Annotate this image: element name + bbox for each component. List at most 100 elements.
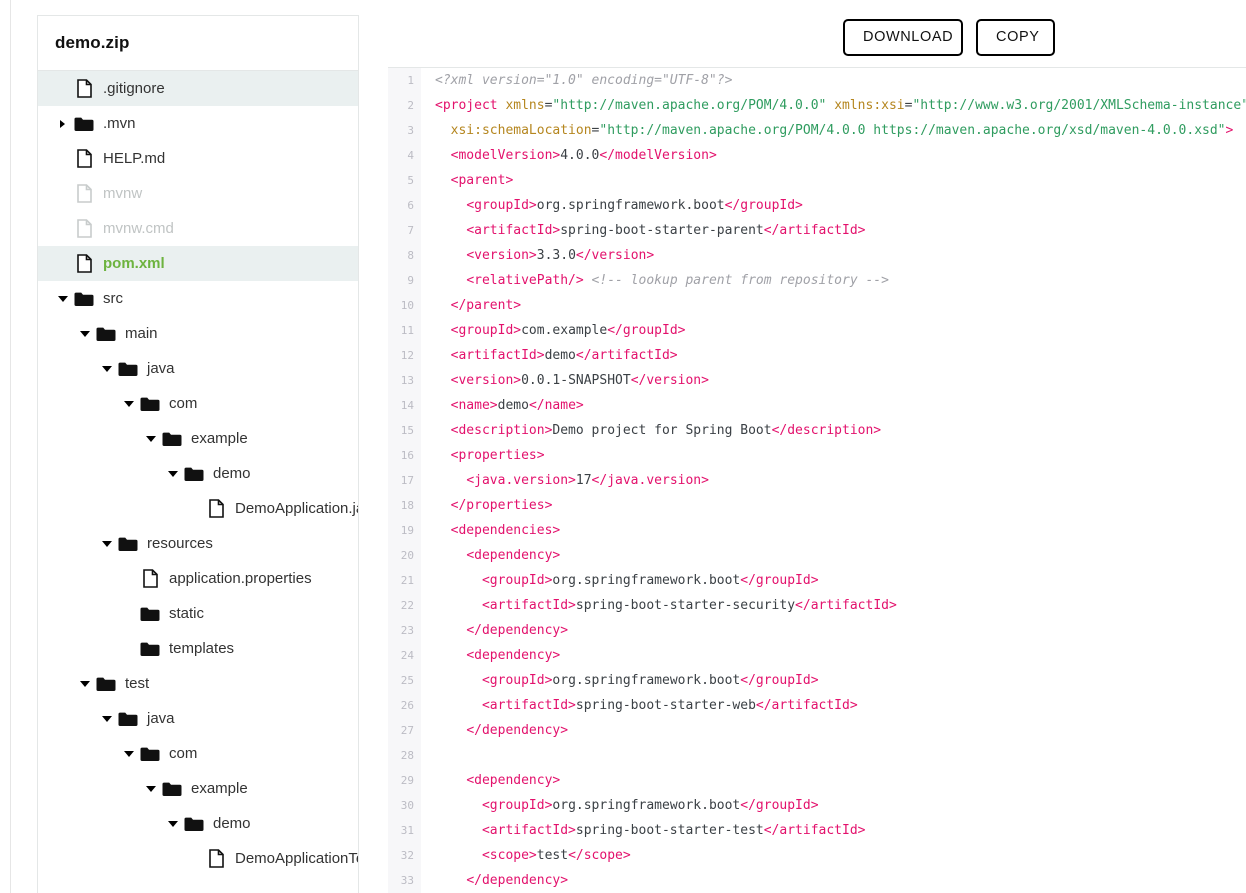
code-line-text[interactable]: <version>3.3.0</version> <box>421 248 654 263</box>
code-line-text[interactable]: </properties> <box>421 498 553 513</box>
chevron-down-icon[interactable] <box>99 540 114 547</box>
tree-folder-example[interactable]: example <box>38 421 358 456</box>
chevron-down-icon[interactable] <box>77 330 92 337</box>
chevron-down-icon[interactable] <box>77 680 92 687</box>
tree-folder-src[interactable]: src <box>38 281 358 316</box>
line-number: 12 <box>400 349 414 362</box>
download-button[interactable]: DOWNLOAD <box>843 19 963 56</box>
tree-folder-com[interactable]: com <box>38 386 358 421</box>
code-line-text[interactable]: <artifactId>spring-boot-starter-web</art… <box>421 698 858 713</box>
tree-folder-test[interactable]: test <box>38 666 358 701</box>
code-line-text[interactable]: <artifactId>spring-boot-starter-test</ar… <box>421 823 866 838</box>
code-line-text[interactable]: <dependencies> <box>421 523 561 538</box>
chevron-down-icon[interactable] <box>143 435 158 442</box>
line-number: 27 <box>400 724 414 737</box>
page-left-divider <box>10 0 11 893</box>
tree-folder-static[interactable]: static <box>38 596 358 631</box>
code-line-text[interactable]: <artifactId>spring-boot-starter-parent</… <box>421 223 865 238</box>
code-token: org.springframework.boot <box>552 673 741 688</box>
code-line-text[interactable]: <project xmlns="http://maven.apache.org/… <box>421 98 1246 113</box>
tree-folder-main[interactable]: main <box>38 316 358 351</box>
code-viewer[interactable]: 1 <?xml version="1.0" encoding="UTF-8"?> 2… <box>388 67 1246 893</box>
code-line-text[interactable]: xsi:schemaLocation="http://maven.apache.… <box>421 123 1234 138</box>
tree-file-help-md[interactable]: HELP.md <box>38 141 358 176</box>
chevron-down-icon[interactable] <box>99 715 114 722</box>
code-line-text[interactable]: </dependency> <box>421 723 568 738</box>
code-token: </artifactId> <box>755 698 858 713</box>
code-token: </dependency> <box>466 723 569 738</box>
file-tree[interactable]: .gitignore .mvn HELP.md mvnw mvnw.cmd pom.xml… <box>38 71 358 876</box>
code-line-text[interactable]: <properties> <box>421 448 545 463</box>
code-line-text[interactable]: <groupId>org.springframework.boot</group… <box>421 673 819 688</box>
copy-button[interactable]: COPY <box>976 19 1055 56</box>
chevron-down-icon[interactable] <box>143 785 158 792</box>
tree-folder-resources[interactable]: resources <box>38 526 358 561</box>
code-line-text[interactable]: <?xml version="1.0" encoding="UTF-8"?> <box>421 73 732 88</box>
chevron-down-icon[interactable] <box>165 470 180 477</box>
code-line: 13 <version>0.0.1-SNAPSHOT</version> <box>388 368 1246 393</box>
chevron-down-icon[interactable] <box>121 750 136 757</box>
code-line-text[interactable]: <groupId>org.springframework.boot</group… <box>421 573 819 588</box>
code-line-text[interactable]: <relativePath/> <!-- lookup parent from … <box>421 273 889 288</box>
code-line-text[interactable]: </dependency> <box>421 623 568 638</box>
code-line: 8 <version>3.3.0</version> <box>388 243 1246 268</box>
code-line-text[interactable]: <groupId>org.springframework.boot</group… <box>421 798 819 813</box>
tree-file-gitignore[interactable]: .gitignore <box>38 71 358 106</box>
code-token: <description> <box>450 423 553 438</box>
code-token: </version> <box>575 248 655 263</box>
code-line-text[interactable]: <artifactId>spring-boot-starter-security… <box>421 598 897 613</box>
code-token: </version> <box>630 373 709 388</box>
code-line: 27 </dependency> <box>388 718 1246 743</box>
code-line-text[interactable]: <version>0.0.1-SNAPSHOT</version> <box>421 373 709 388</box>
code-line-text[interactable]: <artifactId>demo</artifactId> <box>421 348 678 363</box>
tree-file-demoapplication-java[interactable]: DemoApplication.java <box>38 491 358 526</box>
tree-folder-demo[interactable]: demo <box>38 806 358 841</box>
chevron-down-icon[interactable] <box>55 295 70 302</box>
tree-folder-mvn[interactable]: .mvn <box>38 106 358 141</box>
code-line-text[interactable]: <description>Demo project for Spring Boo… <box>421 423 881 438</box>
tree-folder-java[interactable]: java <box>38 351 358 386</box>
code-content[interactable]: 1 <?xml version="1.0" encoding="UTF-8"?> 2… <box>388 68 1246 893</box>
tree-file-demoapplicationtests-java[interactable]: DemoApplicationTests.java <box>38 841 358 876</box>
tree-folder-com[interactable]: com <box>38 736 358 771</box>
code-line-text[interactable]: <java.version>17</java.version> <box>421 473 709 488</box>
code-line: 33 </dependency> <box>388 868 1246 893</box>
chevron-down-icon[interactable] <box>121 400 136 407</box>
tree-folder-demo[interactable]: demo <box>38 456 358 491</box>
code-line-text[interactable]: <groupId>com.example</groupId> <box>421 323 686 338</box>
code-line-text[interactable]: <dependency> <box>421 648 560 663</box>
tree-folder-example[interactable]: example <box>38 771 358 806</box>
code-line-text[interactable]: </parent> <box>421 298 521 313</box>
code-token: spring-boot-starter-web <box>575 698 756 713</box>
tree-folder-java[interactable]: java <box>38 701 358 736</box>
chevron-right-icon[interactable] <box>55 119 70 128</box>
folder-icon <box>136 641 164 657</box>
tree-file-mvnw[interactable]: mvnw <box>38 176 358 211</box>
tree-file-application-properties[interactable]: application.properties <box>38 561 358 596</box>
chevron-down-icon[interactable] <box>165 820 180 827</box>
code-line: 1 <?xml version="1.0" encoding="UTF-8"?> <box>388 68 1246 93</box>
code-line-text[interactable]: <dependency> <box>421 773 560 788</box>
code-token: <dependency> <box>466 648 561 663</box>
tree-item-label: mvnw <box>103 185 143 202</box>
code-line-text[interactable]: <scope>test</scope> <box>421 848 631 863</box>
tree-folder-templates[interactable]: templates <box>38 631 358 666</box>
tree-file-pom-xml[interactable]: pom.xml <box>38 246 358 281</box>
tree-item-label: templates <box>169 640 235 657</box>
code-line-text[interactable]: </dependency> <box>421 873 568 888</box>
folder-icon <box>180 816 208 832</box>
code-line-text[interactable]: <modelVersion>4.0.0</modelVersion> <box>421 148 717 163</box>
code-line-text[interactable]: <name>demo</name> <box>421 398 584 413</box>
code-line-text[interactable]: <dependency> <box>421 548 560 563</box>
line-number: 7 <box>407 224 414 237</box>
chevron-down-icon[interactable] <box>99 365 114 372</box>
code-line-text[interactable]: <groupId>org.springframework.boot</group… <box>421 198 803 213</box>
code-token: </groupId> <box>740 573 819 588</box>
code-line-text[interactable]: <parent> <box>421 173 514 188</box>
tree-file-mvnw-cmd[interactable]: mvnw.cmd <box>38 211 358 246</box>
code-token: </scope> <box>568 848 631 863</box>
